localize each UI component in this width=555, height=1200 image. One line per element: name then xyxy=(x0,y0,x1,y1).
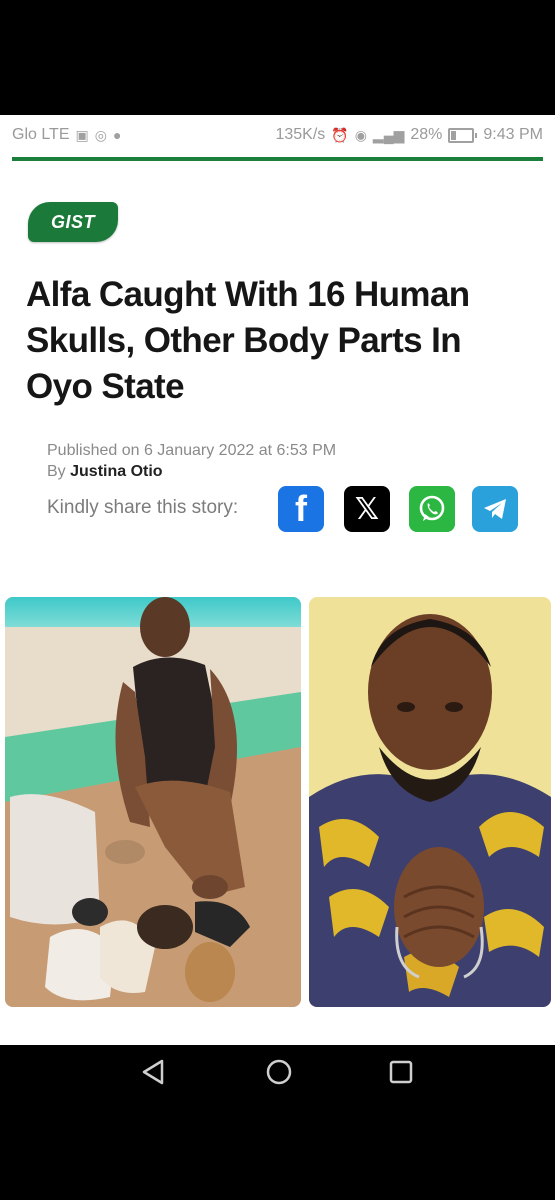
whatsapp-notification-icon: ◎ xyxy=(94,126,107,143)
author-name[interactable]: Justina Otio xyxy=(70,463,162,480)
status-bar: Glo LTE ▣ ◎ ● 135K/s ⏰ ◉ ▂▄▆ 28% 9:43 PM xyxy=(0,115,555,155)
suspect-portrait-photo xyxy=(309,597,551,1007)
byline: By Justina Otio xyxy=(47,463,163,481)
chat-notification-icon: ● xyxy=(112,127,122,143)
image-notification-icon: ▣ xyxy=(75,126,89,143)
share-label: Kindly share this story: xyxy=(47,497,239,518)
x-icon: 𝕏 xyxy=(354,491,380,527)
share-facebook-button[interactable]: f xyxy=(278,486,324,532)
publish-date: Published on 6 January 2022 at 6:53 PM xyxy=(47,442,337,459)
header-divider xyxy=(12,157,543,161)
recents-icon[interactable] xyxy=(388,1057,414,1087)
home-icon[interactable] xyxy=(264,1057,294,1087)
whatsapp-icon xyxy=(419,495,445,521)
facebook-icon: f xyxy=(295,488,307,529)
share-whatsapp-button[interactable] xyxy=(409,486,455,532)
network-speed: 135K/s xyxy=(275,126,326,143)
back-icon[interactable] xyxy=(140,1057,166,1087)
status-bar-right: 135K/s ⏰ ◉ ▂▄▆ 28% 9:43 PM xyxy=(275,126,543,144)
phone-screen: Glo LTE ▣ ◎ ● 135K/s ⏰ ◉ ▂▄▆ 28% 9:43 PM… xyxy=(0,115,555,1045)
telegram-icon xyxy=(484,499,506,519)
carrier-label: Glo LTE xyxy=(12,126,70,143)
android-nav-bar xyxy=(0,1045,555,1105)
article-title: Alfa Caught With 16 Human Skulls, Other … xyxy=(26,275,470,406)
category-badge[interactable]: GIST xyxy=(28,202,118,242)
share-telegram-button[interactable] xyxy=(472,486,518,532)
status-bar-left: Glo LTE ▣ ◎ ● xyxy=(12,126,121,144)
byline-prefix: By xyxy=(47,463,66,480)
alarm-icon: ⏰ xyxy=(331,126,349,143)
battery-icon xyxy=(448,127,478,143)
share-x-button[interactable]: 𝕏 xyxy=(344,486,390,532)
signal-icon: ▂▄▆ xyxy=(372,126,405,143)
eye-icon: ◉ xyxy=(354,126,367,143)
battery-percent: 28% xyxy=(410,126,443,143)
suspect-kneeling-photo xyxy=(5,597,301,1007)
clock: 9:43 PM xyxy=(483,126,543,143)
